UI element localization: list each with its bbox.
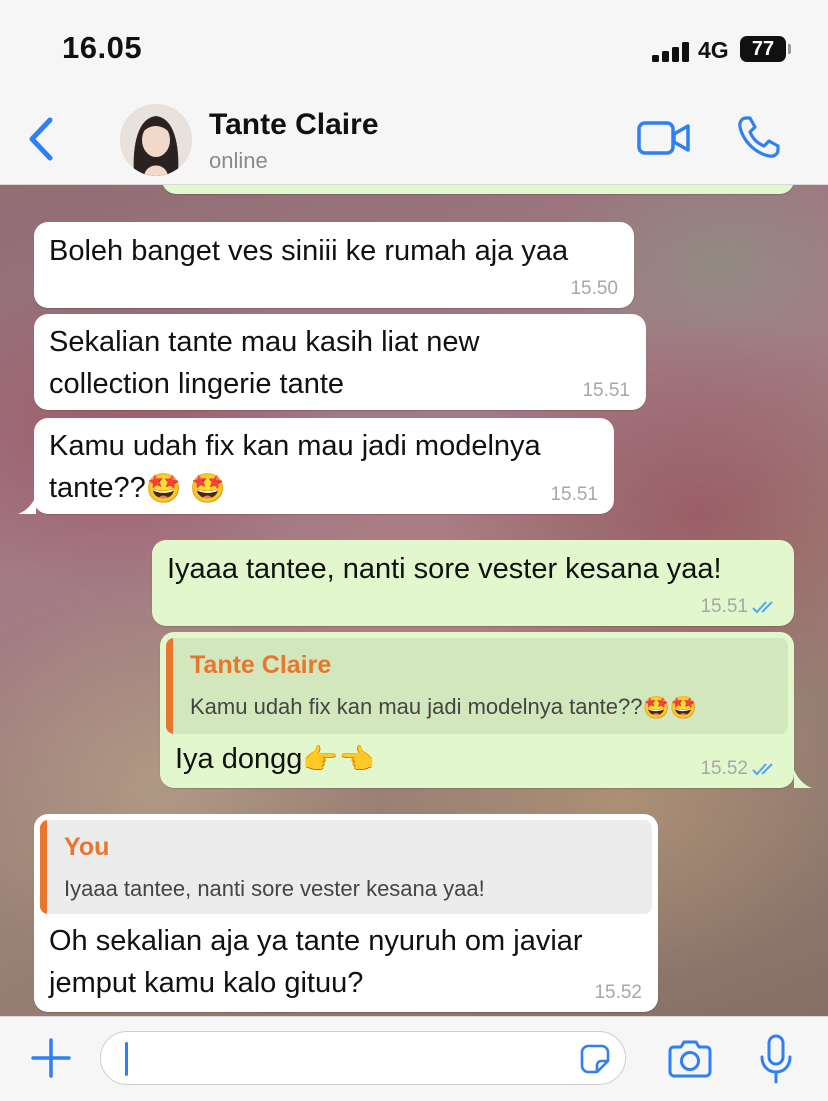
message-bubble-incoming[interactable]: You Iyaaa tantee, nanti sore vester kesa…: [34, 814, 658, 1012]
quote-author: You: [64, 833, 110, 861]
message-text: Boleh banget ves siniii ke rumah aja yaa: [49, 235, 569, 267]
message-text-fragment: tante??: [49, 472, 146, 504]
camera-icon[interactable]: [666, 1039, 714, 1079]
message-text-line: Sekalian tante mau kasih liat new: [49, 326, 480, 358]
bubble-tail: [18, 496, 36, 514]
quote-text-fragment: Kamu udah fix kan mau jadi modelnya tant…: [190, 694, 643, 719]
status-bar: 16.05 4G 77: [0, 0, 828, 96]
message-bubble-incoming[interactable]: Boleh banget ves siniii ke rumah aja yaa…: [34, 222, 634, 308]
message-text-line: tante??🤩 🤩: [49, 467, 226, 510]
plus-icon[interactable]: [30, 1037, 72, 1079]
battery-icon: 77: [740, 36, 791, 62]
bubble-tail: [794, 770, 812, 788]
quoted-message[interactable]: Tante Claire Kamu udah fix kan mau jadi …: [166, 638, 788, 734]
message-bubble-incoming[interactable]: Sekalian tante mau kasih liat new collec…: [34, 314, 646, 410]
contact-name[interactable]: Tante Claire: [209, 108, 379, 142]
star-struck-emoji: 🤩 🤩: [145, 473, 227, 506]
back-chevron-icon[interactable]: [22, 114, 62, 164]
message-time: 15.50: [570, 278, 618, 299]
message-text-line: Oh sekalian aja ya tante nyuruh om javia…: [49, 925, 583, 957]
message-bubble-incoming[interactable]: Kamu udah fix kan mau jadi modelnya tant…: [34, 418, 614, 514]
read-receipt-icon: [752, 601, 773, 614]
text-caret: [125, 1042, 128, 1076]
message-time: 15.51: [700, 596, 748, 617]
star-struck-emoji: 🤩🤩: [642, 695, 698, 721]
message-text: Iya dongg👉👈: [175, 738, 375, 781]
message-bubble-outgoing[interactable]: Tante Claire Kamu udah fix kan mau jadi …: [160, 632, 794, 788]
message-text-line: Kamu udah fix kan mau jadi modelnya: [49, 430, 541, 462]
message-text-fragment: Iya dongg: [175, 743, 303, 775]
quote-text: Iyaaa tantee, nanti sore vester kesana y…: [64, 876, 485, 901]
message-bubble-partial: [162, 184, 794, 194]
quote-bar: [40, 820, 47, 914]
quoted-message[interactable]: You Iyaaa tantee, nanti sore vester kesa…: [40, 820, 652, 914]
network-type: 4G: [698, 37, 729, 63]
message-text-line: jemput kamu kalo gituu?: [49, 967, 364, 999]
message-text-line: collection lingerie tante: [49, 368, 345, 400]
message-bubble-outgoing[interactable]: Iyaaa tantee, nanti sore vester kesana y…: [152, 540, 794, 626]
message-time: 15.52: [594, 982, 642, 1003]
message-input-bar: [0, 1016, 828, 1101]
quote-bar: [166, 638, 173, 734]
message-time: 15.51: [582, 380, 630, 401]
chat-header: Tante Claire online: [0, 96, 828, 185]
status-time: 16.05: [62, 30, 143, 65]
chat-area[interactable]: Boleh banget ves siniii ke rumah aja yaa…: [0, 184, 828, 1016]
message-input[interactable]: [100, 1031, 626, 1085]
video-call-icon[interactable]: [636, 118, 692, 158]
phone-call-icon[interactable]: [736, 114, 782, 160]
read-receipt-icon: [752, 763, 773, 776]
signal-icon: [652, 42, 690, 62]
sticker-icon[interactable]: [579, 1043, 611, 1075]
pointing-fingers-emoji: 👉👈: [302, 744, 375, 777]
quote-text: Kamu udah fix kan mau jadi modelnya tant…: [190, 694, 697, 721]
message-time: 15.52: [700, 758, 748, 779]
message-time: 15.51: [550, 484, 598, 505]
avatar[interactable]: [120, 104, 192, 176]
microphone-icon[interactable]: [758, 1033, 794, 1085]
quote-author: Tante Claire: [190, 651, 332, 679]
message-text: Iyaaa tantee, nanti sore vester kesana y…: [167, 553, 722, 585]
contact-status: online: [209, 148, 268, 173]
